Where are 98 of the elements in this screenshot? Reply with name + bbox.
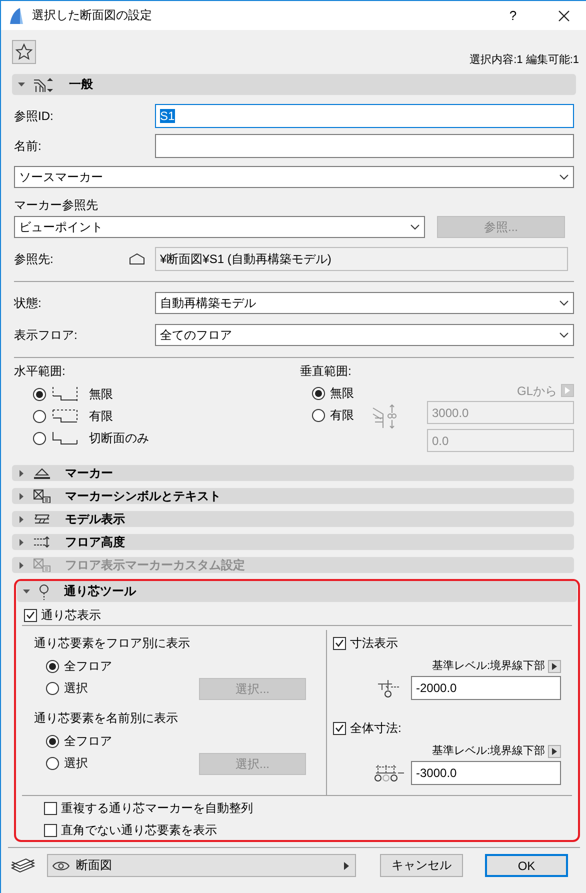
cancel-button[interactable]: キャンセル [380,854,463,877]
chevron-down-icon [559,174,569,180]
checkbox[interactable] [44,824,57,836]
checkbox[interactable] [333,636,346,650]
checkbox[interactable] [24,608,37,622]
symbol-icon [33,558,51,572]
section-title: フロア表示マーカーカスタム設定 [65,556,245,574]
reference-label: GLから [516,382,557,398]
selection-info: 選択内容:1 編集可能:1 [470,52,579,67]
checkbox[interactable] [44,802,57,814]
radio-button[interactable] [46,682,59,694]
dropdown[interactable]: ビューポイント [14,216,425,238]
caret-right-icon [344,862,349,870]
marker-icon [33,466,51,480]
field-label: 表示フロア: [14,327,78,343]
star-icon [15,43,33,61]
menu-arrow-button[interactable] [548,660,561,672]
path-field: ¥断面図¥S1 (自動再構築モデル) [155,247,568,271]
radio-button[interactable] [33,432,46,444]
layer-button[interactable]: 断面図 [47,854,356,877]
checkbox-label: 全体寸法: [350,720,402,736]
reference-label: 基準レベル:境界線下部 [432,658,545,674]
range-icon [51,408,79,424]
section-header[interactable]: 通り芯ツール [17,581,577,602]
radio-label: 全フロア [64,733,112,749]
hatch-icon [33,512,51,526]
range-icon [51,430,79,446]
section-header[interactable]: モデル表示 [12,511,574,527]
dropdown[interactable]: 全てのフロア [155,324,574,346]
field-label: マーカー参照先 [14,197,99,214]
field-label: 名前: [14,138,42,154]
radio-button[interactable] [33,410,46,422]
chevron-down-icon [559,332,569,338]
section-header[interactable]: マーカーシンボルとテキスト [12,488,574,504]
radio-label: 無限 [330,385,354,401]
dimension-icon [374,763,406,783]
window-title: 選択した断面図の設定 [32,7,153,24]
field-label: 参照先: [14,251,54,267]
close-icon [558,10,570,22]
dropdown[interactable]: 自動再構築モデル [155,292,574,314]
symbol-icon [33,489,51,503]
help-button[interactable]: ? [495,1,531,30]
group-label: 水平範囲: [14,363,66,379]
ok-button[interactable]: OK [485,854,568,877]
stairs-icon [33,76,55,92]
caret-right-icon [552,662,557,670]
radio-button[interactable] [33,388,46,400]
caret-right-icon [552,748,557,754]
section-title: マーカーシンボルとテキスト [65,488,221,504]
radio-label: 選択 [64,755,88,771]
checkbox-label: 寸法表示 [350,635,398,651]
checkbox[interactable] [333,722,346,734]
caret-right-icon [565,387,570,394]
chevron-down-icon [559,300,569,306]
input-field[interactable]: -2000.0 [411,676,561,700]
range-icon [51,386,79,402]
section-title: 一般 [69,76,93,93]
checkbox-label: 重複する通り芯マーカーを自動整列 [61,800,253,816]
menu-arrow-button[interactable] [548,744,561,758]
chevron-down-icon [410,224,420,230]
radio-label: 切断面のみ [89,430,149,446]
app-logo-icon [8,6,24,24]
input-field: 3000.0 [427,401,574,424]
radio-label: 選択 [64,680,88,696]
radio-label: 無限 [89,386,113,402]
pin-icon [38,584,50,600]
field-label: 参照ID: [14,108,54,124]
section-title: 通り芯ツール [64,583,136,600]
reference-label: 基準レベル:境界線下部 [432,744,545,759]
radio-button[interactable] [46,756,59,770]
layers-icon [11,858,35,874]
section-header[interactable]: フロア高度 [12,534,574,550]
radio-label: 有限 [89,408,113,424]
input-field[interactable]: -3000.0 [411,761,561,785]
group-label: 通り芯要素をフロア別に表示 [34,635,191,652]
checkbox-label: 直角でない通り芯要素を表示 [61,822,217,838]
house-icon [129,253,145,265]
levels-icon [33,535,51,549]
dropdown[interactable]: ソースマーカー [14,166,574,188]
height-icon [372,402,398,430]
group-label: 通り芯要素を名前別に表示 [34,710,179,727]
section-title: モデル表示 [65,510,125,528]
input-field[interactable]: S1 [155,104,574,128]
eye-icon [52,860,70,870]
favorites-button[interactable] [12,40,36,64]
input-field: 0.0 [427,429,574,452]
radio-label: 全フロア [64,658,112,674]
radio-button[interactable] [46,660,59,672]
section-header[interactable]: マーカー [12,465,574,481]
section-title: フロア高度 [65,534,125,550]
section-header[interactable]: 一般 [12,74,576,95]
field-label: 状態: [14,295,42,311]
checkbox-label: 通り芯表示 [41,607,101,623]
radio-button[interactable] [46,734,59,748]
radio-label: 有限 [330,407,354,423]
section-title: マーカー [65,464,113,482]
group-label: 垂直範囲: [300,363,352,379]
input-field[interactable] [155,134,574,158]
